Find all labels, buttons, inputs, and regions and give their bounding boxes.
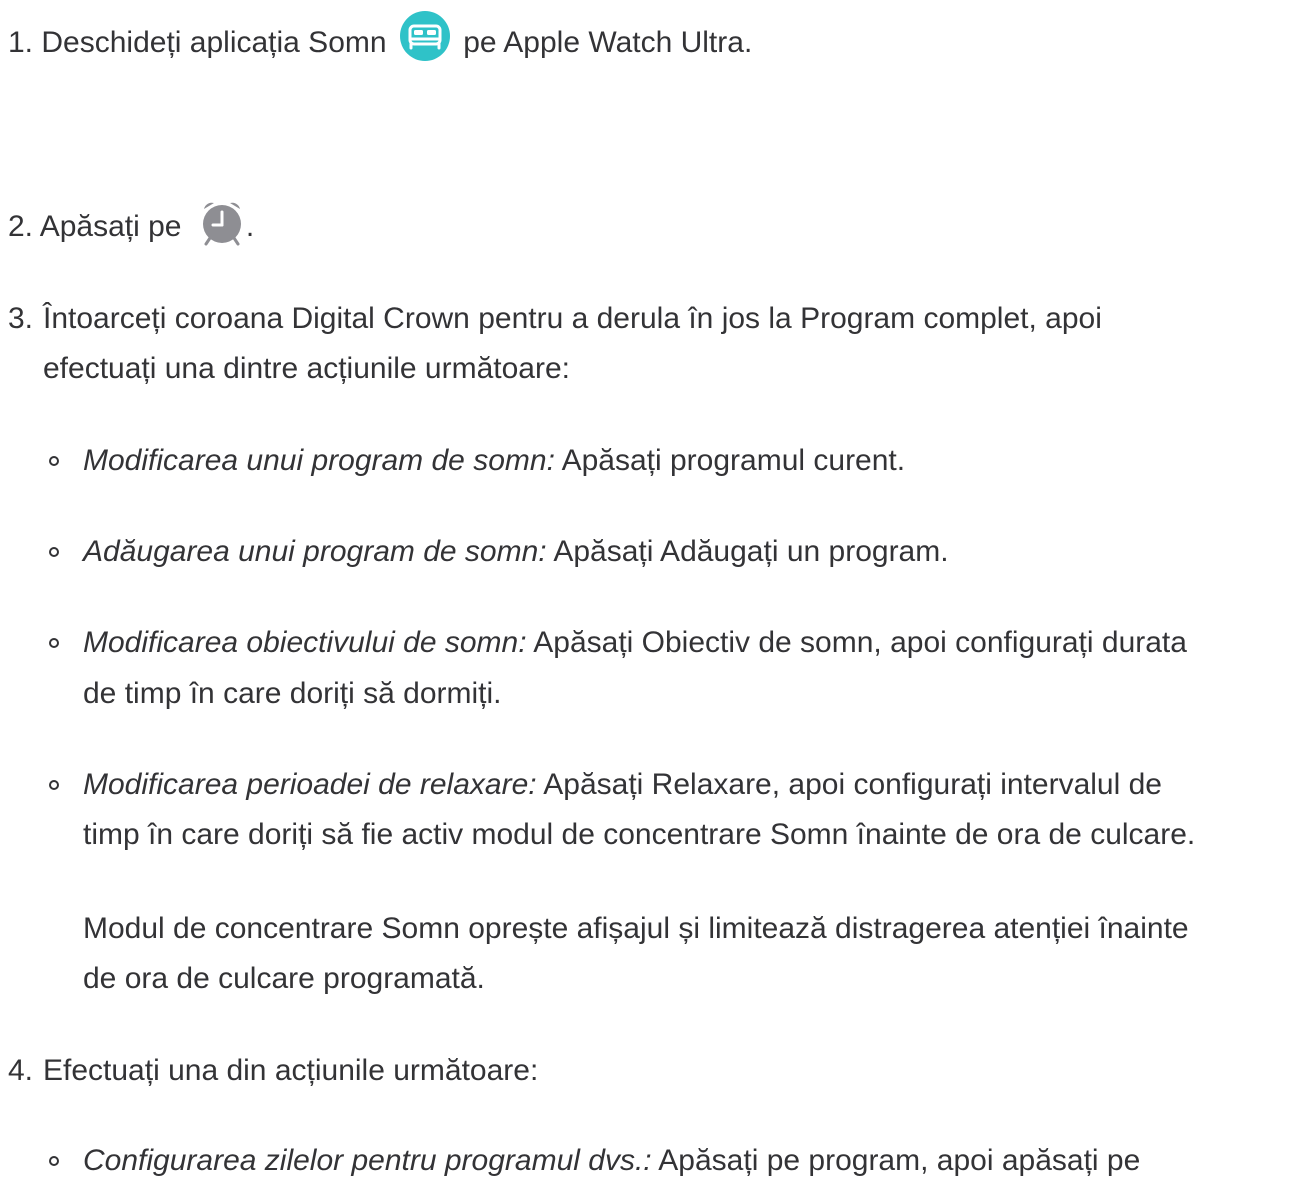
bullet-text: Apăsați pe program, apoi apăsați pe bbox=[658, 1144, 1141, 1177]
bullet-text: Apăsați programul curent. bbox=[561, 444, 906, 477]
step-text: Deschideți aplicația Somn bbox=[41, 26, 387, 59]
step-number: 2. bbox=[8, 210, 34, 243]
step-2: 2. Apăsați pe . bbox=[0, 201, 254, 252]
bullet-note: de ora de culcare programată. bbox=[83, 962, 485, 995]
step-text-after: . bbox=[245, 210, 255, 243]
bullet-marker bbox=[49, 1156, 59, 1166]
bullet-text: Apăsați Obiectiv de somn, apoi configura… bbox=[533, 626, 1187, 659]
step-number: 4. bbox=[8, 1054, 34, 1087]
step-number: 1. bbox=[8, 26, 34, 59]
bullet-marker bbox=[49, 547, 59, 557]
step-text-line: Efectuați una din acțiunile următoare: bbox=[43, 1054, 539, 1087]
step-1: 1. Deschideți aplicația Somn pe Apple Wa… bbox=[0, 11, 753, 70]
bullet-marker bbox=[49, 780, 59, 790]
bullet-text: de timp în care doriți să dormiți. bbox=[83, 677, 502, 710]
bullet-label: Modificarea obiectivului de somn: bbox=[83, 626, 527, 659]
bullet-label: Modificarea perioadei de relaxare: bbox=[83, 768, 537, 801]
alarm-clock-icon bbox=[198, 198, 246, 246]
bullet-marker bbox=[49, 456, 59, 466]
bed-icon bbox=[399, 10, 451, 62]
bullet-note: Modul de concentrare Somn oprește afișaj… bbox=[83, 912, 1189, 945]
step-text: Apăsați pe bbox=[39, 210, 182, 243]
bullet-label: Adăugarea unui program de somn: bbox=[83, 535, 547, 568]
step-number: 3. bbox=[8, 302, 34, 335]
step-text-line: Întoarceți coroana Digital Crown pentru … bbox=[43, 302, 1102, 335]
step-text-line: efectuați una dintre acțiunile următoare… bbox=[43, 352, 570, 385]
bullet-marker bbox=[49, 638, 59, 648]
bullet-text: timp în care doriți să fie activ modul d… bbox=[83, 818, 1196, 851]
bullet-text: Apăsați Adăugați un program. bbox=[553, 535, 949, 568]
bullet-label: Modificarea unui program de somn: bbox=[83, 444, 555, 477]
bullet-label: Configurarea zilelor pentru programul dv… bbox=[83, 1144, 652, 1177]
step-text-after: pe Apple Watch Ultra. bbox=[463, 26, 753, 59]
bullet-text: Apăsați Relaxare, apoi configurați inter… bbox=[543, 768, 1162, 801]
